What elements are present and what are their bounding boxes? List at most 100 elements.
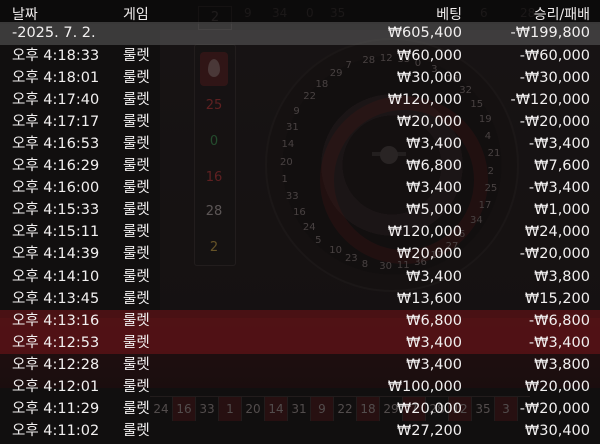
row-time: 오후 4:15:33 xyxy=(12,202,100,219)
row-time: 오후 4:18:01 xyxy=(12,69,100,86)
row-bet: ₩3,400 xyxy=(406,268,462,285)
history-row[interactable]: 오후 4:12:28 룰렛 ₩3,400 ₩3,800 xyxy=(0,354,600,377)
row-time: 오후 4:12:28 xyxy=(12,356,100,373)
row-bet: ₩3,400 xyxy=(406,135,462,152)
summary-bet: ₩605,400 xyxy=(387,25,462,41)
row-bet: ₩6,800 xyxy=(406,312,462,329)
history-row[interactable]: 오후 4:12:01 룰렛 ₩100,000 ₩20,000 xyxy=(0,376,600,399)
row-time: 오후 4:14:39 xyxy=(12,246,100,263)
row-bet: ₩100,000 xyxy=(387,379,462,395)
history-row[interactable]: 오후 4:16:00 룰렛 ₩3,400 -₩3,400 xyxy=(0,177,600,200)
row-bet: ₩3,400 xyxy=(406,334,462,351)
row-game: 룰렛 xyxy=(123,91,150,108)
row-result: ₩20,000 xyxy=(524,379,590,395)
row-result: -₩30,000 xyxy=(519,69,590,86)
row-result: -₩20,000 xyxy=(519,113,590,130)
history-row[interactable]: 오후 4:16:53 룰렛 ₩3,400 -₩3,400 xyxy=(0,133,600,156)
row-bet: ₩20,000 xyxy=(396,246,462,263)
row-bet: ₩120,000 xyxy=(387,91,462,108)
history-row[interactable]: 오후 4:14:39 룰렛 ₩20,000 -₩20,000 xyxy=(0,243,600,266)
column-header-bet: 베팅 xyxy=(436,7,462,23)
row-time: 오후 4:13:45 xyxy=(12,290,100,307)
row-game: 룰렛 xyxy=(123,202,150,219)
history-row[interactable]: 오후 4:18:01 룰렛 ₩30,000 -₩30,000 xyxy=(0,67,600,90)
row-time: 오후 4:16:29 xyxy=(12,158,100,174)
history-row[interactable]: 오후 4:11:29 룰렛 ₩20,000 -₩20,000 xyxy=(0,398,600,421)
row-game: 룰렛 xyxy=(123,47,150,64)
row-bet: ₩60,000 xyxy=(396,47,462,64)
history-row[interactable]: 오후 4:12:53 룰렛 ₩3,400 -₩3,400 xyxy=(0,331,600,355)
history-row[interactable]: 오후 4:13:45 룰렛 ₩13,600 ₩15,200 xyxy=(0,288,600,311)
column-header-game: 게임 xyxy=(123,7,149,23)
row-game: 룰렛 xyxy=(123,290,150,307)
bet-history-overlay: 날짜 게임 베팅 승리/패배 -2025. 7. 2. ₩605,400 -₩1… xyxy=(0,0,600,444)
row-result: ₩1,000 xyxy=(534,202,590,219)
row-game: 룰렛 xyxy=(123,224,150,241)
row-time: 오후 4:17:40 xyxy=(12,91,100,108)
row-time: 오후 4:13:16 xyxy=(12,312,100,329)
history-row[interactable]: 오후 4:17:40 룰렛 ₩120,000 -₩120,000 xyxy=(0,89,600,112)
row-game: 룰렛 xyxy=(123,423,150,440)
summary-result: -₩199,800 xyxy=(510,25,590,41)
row-result: ₩3,800 xyxy=(534,356,590,373)
row-result: ₩7,600 xyxy=(534,158,590,174)
row-time: 오후 4:12:01 xyxy=(12,379,100,395)
row-time: 오후 4:15:11 xyxy=(12,224,100,241)
row-bet: ₩5,000 xyxy=(406,202,462,219)
row-time: 오후 4:16:00 xyxy=(12,180,100,197)
row-bet: ₩20,000 xyxy=(396,401,462,418)
history-row[interactable]: 오후 4:14:10 룰렛 ₩3,400 ₩3,800 xyxy=(0,266,600,289)
row-result: -₩120,000 xyxy=(510,91,590,108)
row-result: ₩24,000 xyxy=(524,224,590,241)
row-result: ₩3,800 xyxy=(534,268,590,285)
row-bet: ₩120,000 xyxy=(387,224,462,241)
row-bet: ₩3,400 xyxy=(406,356,462,373)
row-time: 오후 4:11:02 xyxy=(12,423,100,440)
column-header-date: 날짜 xyxy=(12,7,38,23)
row-game: 룰렛 xyxy=(123,334,150,351)
row-bet: ₩20,000 xyxy=(396,113,462,130)
row-game: 룰렛 xyxy=(123,246,150,263)
row-bet: ₩13,600 xyxy=(396,290,462,307)
row-result: -₩60,000 xyxy=(519,47,590,64)
row-game: 룰렛 xyxy=(123,113,150,130)
row-result: -₩6,800 xyxy=(528,312,590,329)
history-row[interactable]: 오후 4:17:17 룰렛 ₩20,000 -₩20,000 xyxy=(0,111,600,134)
row-time: 오후 4:12:53 xyxy=(12,334,100,351)
row-result: ₩15,200 xyxy=(524,290,590,307)
row-result: -₩3,400 xyxy=(528,180,590,197)
row-bet: ₩27,200 xyxy=(396,423,462,440)
row-result: -₩20,000 xyxy=(519,401,590,418)
row-game: 룰렛 xyxy=(123,69,150,86)
row-time: 오후 4:18:33 xyxy=(12,47,100,64)
row-time: 오후 4:17:17 xyxy=(12,113,100,130)
column-header-result: 승리/패배 xyxy=(533,7,590,23)
history-row[interactable]: 오후 4:13:16 룰렛 ₩6,800 -₩6,800 xyxy=(0,309,600,333)
row-result: -₩20,000 xyxy=(519,246,590,263)
row-game: 룰렛 xyxy=(123,356,150,373)
row-game: 룰렛 xyxy=(123,379,150,395)
date-summary-row[interactable]: -2025. 7. 2. ₩605,400 -₩199,800 xyxy=(0,22,600,45)
row-bet: ₩30,000 xyxy=(396,69,462,86)
row-time: 오후 4:11:29 xyxy=(12,401,100,418)
summary-date: -2025. 7. 2. xyxy=(12,25,96,41)
row-game: 룰렛 xyxy=(123,401,150,418)
row-time: 오후 4:16:53 xyxy=(12,135,100,152)
row-result: -₩3,400 xyxy=(528,334,590,351)
row-game: 룰렛 xyxy=(123,268,150,285)
row-bet: ₩6,800 xyxy=(406,158,462,174)
history-row[interactable]: 오후 4:18:33 룰렛 ₩60,000 -₩60,000 xyxy=(0,45,600,68)
history-row[interactable]: 오후 4:15:11 룰렛 ₩120,000 ₩24,000 xyxy=(0,221,600,244)
row-result: ₩30,400 xyxy=(524,423,590,440)
history-row[interactable]: 오후 4:11:02 룰렛 ₩27,200 ₩30,400 xyxy=(0,420,600,443)
row-game: 룰렛 xyxy=(123,135,150,152)
row-game: 룰렛 xyxy=(123,180,150,197)
row-game: 룰렛 xyxy=(123,158,150,174)
history-row[interactable]: 오후 4:16:29 룰렛 ₩6,800 ₩7,600 xyxy=(0,155,600,178)
row-game: 룰렛 xyxy=(123,312,150,329)
row-result: -₩3,400 xyxy=(528,135,590,152)
history-header: 날짜 게임 베팅 승리/패배 xyxy=(0,0,600,24)
history-row[interactable]: 오후 4:15:33 룰렛 ₩5,000 ₩1,000 xyxy=(0,199,600,222)
row-bet: ₩3,400 xyxy=(406,180,462,197)
row-time: 오후 4:14:10 xyxy=(12,268,100,285)
